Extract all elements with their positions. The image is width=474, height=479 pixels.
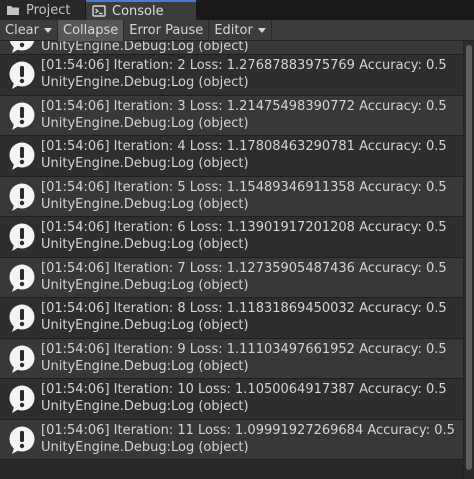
- info-icon: [9, 223, 35, 251]
- log-entry-source: UnityEngine.Debug:Log (object): [41, 439, 249, 455]
- log-entry-message: [01:54:06] Iteration: 11 Loss: 1.0999192…: [41, 422, 455, 438]
- info-icon: [9, 183, 35, 211]
- log-entry-source: UnityEngine.Debug:Log (object): [41, 75, 249, 90]
- scrollbar-thumb[interactable]: [466, 45, 472, 470]
- log-entry-message: [01:54:06] Iteration: 9 Loss: 1.11103497…: [41, 341, 447, 357]
- info-icon: [9, 345, 35, 373]
- info-icon: [9, 385, 35, 413]
- log-entry-source: UnityEngine.Debug:Log (object): [41, 318, 249, 333]
- info-icon: [9, 61, 35, 89]
- log-entry-source: UnityEngine.Debug:Log (object): [41, 399, 249, 414]
- log-entry-message: [01:54:06] Iteration: 3 Loss: 1.21475498…: [41, 98, 447, 114]
- log-entry[interactable]: [01:54:06] Iteration: 6 Loss: 1.13901917…: [0, 217, 463, 258]
- log-entry[interactable]: [01:54:06] Iteration: 10 Loss: 1.1050064…: [0, 379, 463, 420]
- tab-project-label: Project: [26, 2, 71, 18]
- log-entry-source: UnityEngine.Debug:Log (object): [41, 358, 249, 374]
- editor-dropdown[interactable]: Editor: [209, 19, 272, 41]
- clear-button[interactable]: Clear: [0, 19, 58, 41]
- info-icon: [9, 264, 35, 292]
- log-entry[interactable]: [01:54:06] Iteration: 3 Loss: 1.21475498…: [0, 95, 463, 136]
- log-entry-source: UnityEngine.Debug:Log (object): [41, 41, 249, 54]
- log-entry-message: [01:54:06] Iteration: 5 Loss: 1.15489346…: [41, 179, 447, 195]
- log-entry-message: [01:54:06] Iteration: 6 Loss: 1.13901917…: [41, 220, 447, 235]
- collapse-toggle[interactable]: Collapse: [58, 19, 125, 41]
- log-entry-source: UnityEngine.Debug:Log (object): [41, 196, 249, 212]
- chevron-down-icon: [257, 27, 266, 33]
- editor-dropdown-label: Editor: [214, 22, 253, 38]
- console-log-list[interactable]: UnityEngine.Debug:Log (object) [01:54:06…: [0, 41, 463, 479]
- log-entry-message: [01:54:06] Iteration: 10 Loss: 1.1050064…: [41, 382, 447, 397]
- vertical-scrollbar[interactable]: [463, 41, 474, 479]
- log-entry[interactable]: [01:54:06] Iteration: 9 Loss: 1.11103497…: [0, 338, 463, 379]
- clear-button-label: Clear: [5, 22, 39, 38]
- log-entry[interactable]: [01:54:06] Iteration: 5 Loss: 1.15489346…: [0, 176, 463, 217]
- console-toolbar: Clear Collapse Error Pause Editor: [0, 19, 474, 41]
- log-entry-message: [01:54:06] Iteration: 7 Loss: 1.12735905…: [41, 260, 447, 276]
- error-pause-toggle[interactable]: Error Pause: [124, 19, 210, 41]
- info-icon: [9, 142, 35, 170]
- log-entry-message: [01:54:06] Iteration: 4 Loss: 1.17808463…: [41, 139, 447, 154]
- log-entry[interactable]: [01:54:06] Iteration: 4 Loss: 1.17808463…: [0, 136, 463, 177]
- info-icon: [9, 304, 35, 332]
- log-entry-source: UnityEngine.Debug:Log (object): [41, 115, 249, 131]
- log-entry[interactable]: [01:54:06] Iteration: 7 Loss: 1.12735905…: [0, 257, 463, 298]
- log-entry[interactable]: [01:54:06] Iteration: 2 Loss: 1.27687883…: [0, 55, 463, 96]
- log-entry-source: UnityEngine.Debug:Log (object): [41, 277, 249, 293]
- error-pause-label: Error Pause: [129, 22, 204, 38]
- info-icon: [9, 41, 35, 53]
- log-entry[interactable]: [01:54:06] Iteration: 8 Loss: 1.11831869…: [0, 298, 463, 339]
- log-entry-message: [01:54:06] Iteration: 8 Loss: 1.11831869…: [41, 301, 447, 316]
- console-icon: [92, 5, 106, 17]
- folder-icon: [7, 6, 19, 15]
- log-entry-partial[interactable]: UnityEngine.Debug:Log (object): [0, 41, 463, 55]
- info-icon: [9, 102, 35, 130]
- tab-bar: Project Console: [0, 0, 474, 20]
- chevron-down-icon[interactable]: [44, 27, 52, 33]
- log-entry-source: UnityEngine.Debug:Log (object): [41, 156, 249, 171]
- tab-console-label: Console: [112, 3, 164, 19]
- log-entry-message: [01:54:06] Iteration: 2 Loss: 1.27687883…: [41, 58, 447, 73]
- tab-project[interactable]: Project: [0, 0, 86, 20]
- log-entry[interactable]: [01:54:06] Iteration: 11 Loss: 1.0999192…: [0, 419, 463, 460]
- collapse-toggle-label: Collapse: [63, 22, 119, 38]
- info-icon: [9, 426, 35, 454]
- log-entry-source: UnityEngine.Debug:Log (object): [41, 237, 249, 252]
- tab-console[interactable]: Console: [86, 0, 196, 20]
